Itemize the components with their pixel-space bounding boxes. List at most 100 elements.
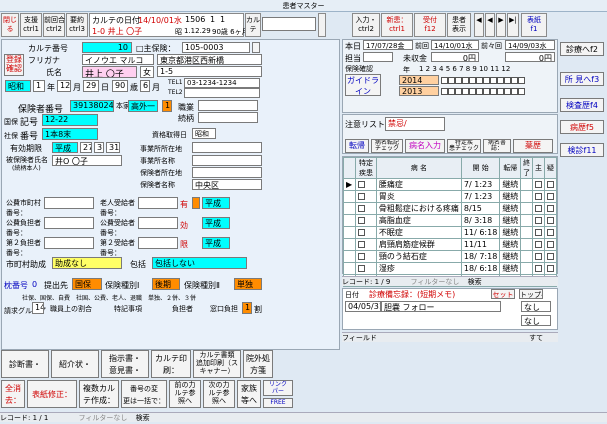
yuko-era-field[interactable]: 平成 bbox=[52, 142, 78, 153]
nav-last-button[interactable]: ▶| bbox=[507, 13, 519, 37]
num1-field[interactable]: 1 bbox=[162, 100, 172, 112]
diag-button[interactable]: 診療へf2 bbox=[560, 42, 604, 56]
dx-end-cell[interactable] bbox=[520, 226, 533, 239]
address-field[interactable]: 東京都港区西新橋 bbox=[157, 54, 262, 65]
tsugi-button[interactable]: 次の力 ルテ参 照へ bbox=[203, 380, 235, 408]
main-rec-pos[interactable]: 1 / 1 bbox=[33, 414, 49, 422]
dx-end-cell[interactable] bbox=[520, 202, 533, 215]
jigyo-name-field[interactable] bbox=[192, 155, 262, 166]
input-button[interactable]: 入力・ ctrl2 bbox=[352, 13, 380, 37]
dx-row[interactable]: 高脂血症 8/ 3:18 継続 bbox=[343, 214, 558, 227]
dx-row[interactable]: 骨粗鬆症における疼痛 8/15 継続 bbox=[343, 202, 558, 215]
kigo-field[interactable]: 12-22 bbox=[42, 114, 98, 126]
support-button[interactable]: 支援 ctrl1 bbox=[20, 13, 42, 37]
tokutei-tab[interactable]: 特定疾 患チェック bbox=[447, 139, 481, 153]
shinsatsu-button[interactable]: 検診f11 bbox=[560, 143, 604, 157]
guide-button[interactable]: ガイドライン bbox=[345, 74, 381, 96]
birth-year-field[interactable]: 1 bbox=[33, 80, 45, 92]
shindan-button[interactable]: 診断書・ bbox=[1, 350, 49, 378]
dx-start-cell[interactable]: 8/ 3:18 bbox=[460, 214, 501, 227]
dx-main-cell[interactable] bbox=[531, 202, 545, 215]
dx-name-cell[interactable]: 胃炎 bbox=[375, 190, 462, 203]
futan1-field[interactable] bbox=[44, 217, 94, 229]
tokutei-cell[interactable] bbox=[355, 250, 377, 263]
dx-main-cell[interactable] bbox=[531, 250, 545, 263]
yuko-year-field[interactable]: 27 bbox=[80, 142, 92, 153]
dx-end-cell[interactable] bbox=[520, 214, 533, 227]
pre-total-button[interactable]: 前回合 ctrl2 bbox=[43, 13, 65, 37]
dx-name-cell[interactable]: 高脂血症 bbox=[375, 214, 462, 227]
dx-end-cell[interactable] bbox=[520, 250, 533, 263]
dx-doubt-cell[interactable] bbox=[543, 250, 558, 263]
jukyu1-field[interactable] bbox=[138, 217, 178, 229]
kokuho-select[interactable]: 国保 bbox=[72, 278, 102, 290]
month-checks-2[interactable] bbox=[441, 87, 525, 96]
dx-search[interactable]: 検索 bbox=[468, 278, 482, 286]
dx-outcome-cell[interactable]: 継続 bbox=[499, 262, 522, 275]
dx-row[interactable]: ▶ 腰痛症 7/ 1:23 継続 bbox=[343, 178, 558, 191]
dx-end-cell[interactable] bbox=[520, 262, 533, 275]
dx-outcome-cell[interactable]: 継続 bbox=[499, 238, 522, 251]
tokutei-cell[interactable] bbox=[355, 262, 377, 275]
yuko-month-field[interactable]: 3 bbox=[94, 142, 104, 153]
dx-doubt-cell[interactable] bbox=[543, 178, 558, 191]
memo-text[interactable]: 胆嚢 フォロー bbox=[381, 301, 501, 312]
nav-prev-button[interactable]: ◀ bbox=[485, 13, 495, 37]
dx-end-cell[interactable] bbox=[520, 238, 533, 251]
tel2-field[interactable] bbox=[184, 88, 260, 98]
row-selector[interactable] bbox=[343, 226, 356, 239]
table-button[interactable]: 表紙 f1 bbox=[521, 13, 547, 37]
shoukai-button[interactable]: 紹介状・ bbox=[51, 350, 99, 378]
jukyu2-field[interactable] bbox=[138, 237, 178, 249]
dx-name-cell[interactable]: 湿疹 bbox=[375, 262, 462, 275]
dx-main-cell[interactable] bbox=[531, 214, 545, 227]
sex-field[interactable]: 女 bbox=[140, 66, 154, 78]
dx-name-cell[interactable]: 不眠症 bbox=[375, 226, 462, 239]
tanto-field[interactable] bbox=[363, 52, 393, 62]
shiji-button[interactable]: 指示書・ 意見書・ bbox=[101, 350, 149, 378]
yuko-day-field[interactable]: 31 bbox=[106, 142, 120, 153]
nav-next-button[interactable]: ▶ bbox=[496, 13, 506, 37]
dx-row[interactable]: 頸のう結石症 18/ 7:18 継続 bbox=[343, 250, 558, 263]
dx-name-cell[interactable]: 頸のう結石症 bbox=[375, 250, 462, 263]
dx-name-cell[interactable]: 腰痛症 bbox=[375, 178, 462, 191]
main-search[interactable]: 検索 bbox=[136, 414, 150, 422]
summary-button[interactable]: 要約 ctrl3 bbox=[66, 13, 88, 37]
tandoku-select[interactable]: 単独 bbox=[234, 278, 262, 290]
check-tab[interactable]: 病名転記 チェック bbox=[371, 139, 403, 153]
yaku-tab[interactable]: 薬歴 bbox=[513, 139, 553, 153]
era2-field[interactable]: 平成 bbox=[202, 217, 230, 229]
josei-field[interactable]: 助成なし bbox=[52, 257, 122, 269]
dx-start-cell[interactable]: 18/ 7:18 bbox=[460, 250, 501, 263]
dx-end-cell[interactable] bbox=[520, 190, 533, 203]
dx-doubt-cell[interactable] bbox=[543, 202, 558, 215]
month-checks-1[interactable] bbox=[441, 76, 525, 85]
dx-end-cell[interactable] bbox=[520, 178, 533, 191]
dx-start-cell[interactable]: 8/15 bbox=[460, 202, 501, 215]
reception-button[interactable]: 受付 f12 bbox=[414, 13, 446, 37]
name-field[interactable]: 井上 〇子 bbox=[82, 66, 137, 78]
hokensha-addr-field[interactable] bbox=[192, 167, 262, 178]
dx-name-cell[interactable]: 肩頸肩筋症候群 bbox=[375, 238, 462, 251]
jukyu-field[interactable] bbox=[138, 197, 178, 209]
hokensha-name-field[interactable]: 中央区 bbox=[192, 179, 262, 190]
dx-outcome-cell[interactable]: 継続 bbox=[499, 250, 522, 263]
dx-rec-pos[interactable]: 1 / 9 bbox=[375, 278, 391, 286]
insured-field[interactable]: 井O 〇子 bbox=[52, 155, 122, 166]
insurance-code-field[interactable]: 105-0003 bbox=[182, 42, 250, 53]
tel1-field[interactable]: 03-1234-1234 bbox=[184, 78, 260, 88]
row-selector[interactable] bbox=[343, 250, 356, 263]
tokutei-cell[interactable] bbox=[355, 178, 377, 191]
dx-row[interactable]: 胃炎 7/ 1:23 継続 bbox=[343, 190, 558, 203]
dx-start-cell[interactable]: 11/ 6:18 bbox=[460, 226, 501, 239]
dx-main-cell[interactable] bbox=[531, 226, 545, 239]
input-tab[interactable]: 病名入力 bbox=[405, 139, 445, 153]
cart-dropdown[interactable] bbox=[318, 13, 326, 37]
nav-first-button[interactable]: ◀ bbox=[474, 13, 484, 37]
row-selector[interactable] bbox=[343, 202, 356, 215]
fukusu-button[interactable]: 複数カル テ作成： bbox=[79, 380, 119, 408]
new-patient-button[interactable]: 新患： ctrl1 bbox=[381, 13, 413, 37]
memo-date[interactable]: 04/05/31 bbox=[345, 301, 381, 312]
tokutei-cell[interactable] bbox=[355, 238, 377, 251]
dx-outcome-cell[interactable]: 継続 bbox=[499, 190, 522, 203]
